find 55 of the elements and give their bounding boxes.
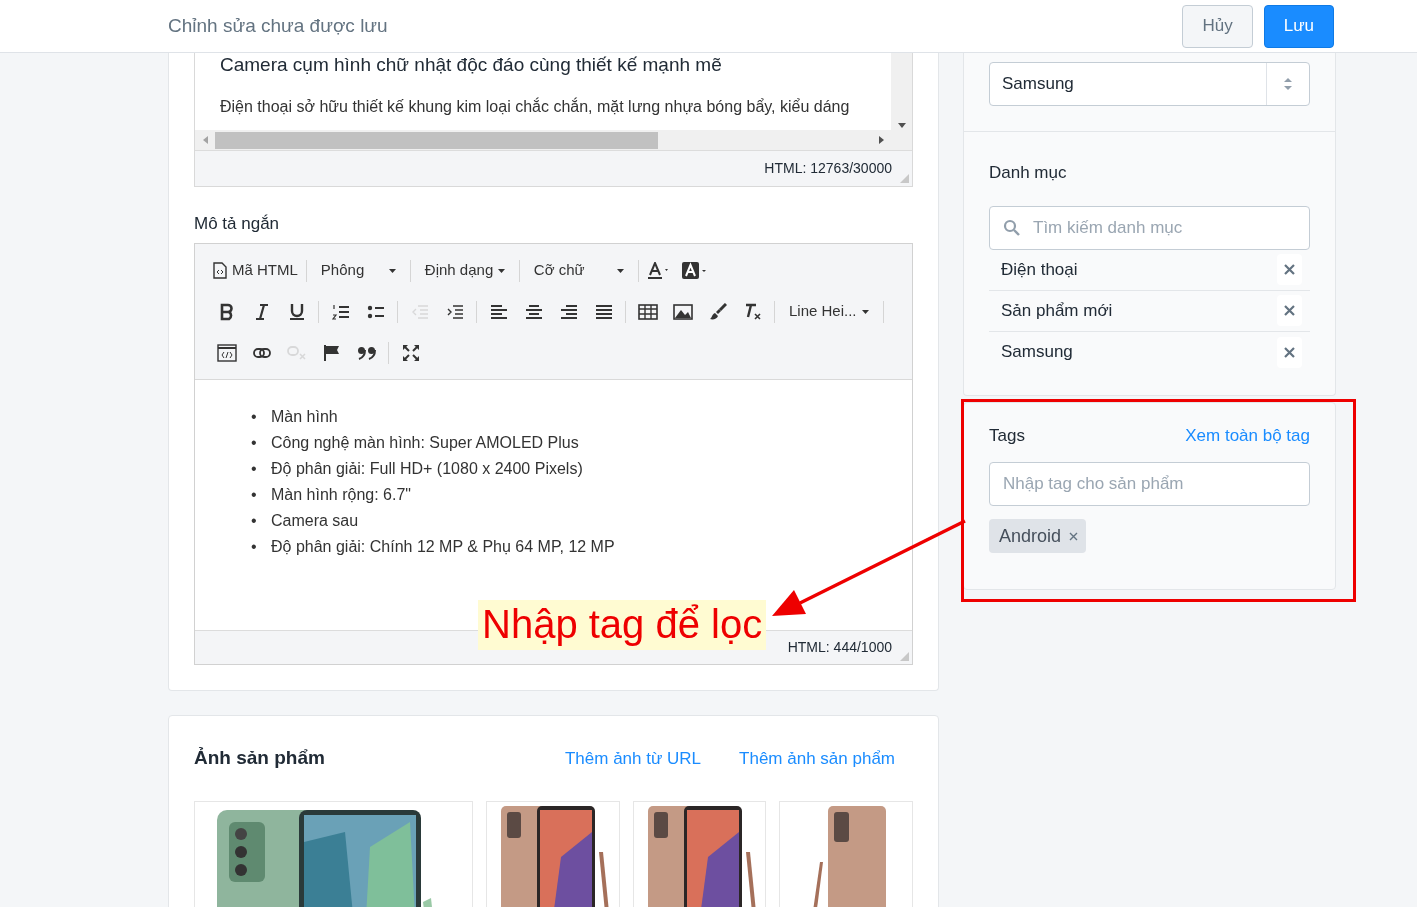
scroll-right-icon[interactable] [878,136,884,144]
character-counter: HTML: 12763/30000 [764,159,892,178]
remove-button[interactable] [1277,295,1302,326]
bullet-marker: • [251,485,258,505]
toolbar-dropdown[interactable]: Định dạng [414,255,515,286]
annotation-label: Nhập tag để lọc [478,600,767,650]
caret-icon [616,268,624,273]
brand-select[interactable]: Samsung [989,62,1310,106]
remove-tag-button[interactable] [1069,531,1079,541]
tag-input-field[interactable]: Nhập tag cho sản phẩm [989,462,1310,506]
remove-button[interactable] [1277,254,1302,285]
section-title: Danh mục [989,162,1068,184]
tag-label: Android [999,524,1062,548]
file-code-icon [213,262,227,279]
bullet-marker: • [251,511,258,531]
scroll-down-icon[interactable] [897,123,906,128]
toolbar-dropdown[interactable]: Line Hei... [779,296,879,327]
horizontal-scrollbar[interactable] [195,130,891,150]
search-field[interactable]: Tìm kiếm danh mục [989,205,1310,250]
section-title: Tags [989,424,1026,447]
vertical-scrollbar[interactable] [891,53,912,150]
bullet-item: Camera sau [271,511,359,531]
character-counter: HTML: 444/1000 [787,638,892,657]
caret-icon [497,268,505,273]
remove-button[interactable] [1277,336,1302,368]
content-heading: Camera cụm hình chữ nhật độc đáo cùng thiết kế mạnh mẽ [220,53,723,77]
resize-handle-icon[interactable] [900,652,909,661]
bullet-item: Màn hình rộng: 6.7" [271,485,411,505]
field-label: Mô tả ngắn [194,213,281,235]
bullet-marker: • [251,407,258,427]
resize-handle-icon[interactable] [900,174,909,183]
bullet-marker: • [251,433,258,453]
toolbar-dropdown[interactable]: Cỡ chữ [523,255,634,286]
bullet-item: Màn hình [271,407,338,427]
html-code-button[interactable]: Mã HTML [209,255,302,286]
section-title: Ảnh sản phẩm [194,746,326,770]
paragraph-line: Điện thoại sở hữu thiết kế khung kim loại chắc chắn, mặt lưng nhựa bóng bẩy, kiểu dáng [220,96,851,117]
category-item: Samsung [1001,341,1074,364]
bullet-item: Độ phân giải: Chính 12 MP & Phụ 64 MP, 12 MP [271,537,615,557]
search-icon [1003,218,1021,237]
cancel-button[interactable]: Hủy [1182,4,1253,48]
category-item: Điện thoại [1001,258,1079,281]
caret-icon [862,309,869,314]
category-item: Sản phẩm mới [1001,299,1114,322]
close-icon [1284,346,1295,358]
page-title: Chỉnh sửa chưa được lưu [168,13,389,38]
bullet-item: Độ phân giải: Full HD+ (1080 x 2400 Pixels) [271,459,583,479]
caret-icon [388,268,396,273]
bullet-marker: • [251,459,258,479]
bullet-item: Công nghệ màn hình: Super AMOLED Plus [271,433,579,453]
toolbar-dropdown[interactable]: Phông [310,255,406,286]
close-icon [1284,305,1295,316]
sort-arrows-icon [1284,78,1292,90]
bullet-marker: • [251,537,258,557]
close-icon [1284,264,1295,275]
